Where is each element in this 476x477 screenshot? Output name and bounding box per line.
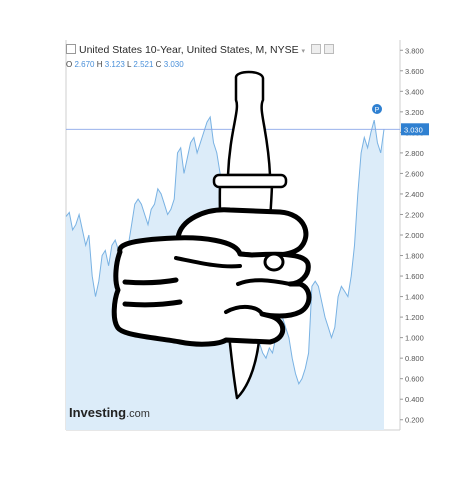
- close-value: 3.030: [163, 60, 184, 69]
- low-key: L: [127, 60, 132, 69]
- collapse-icon[interactable]: [66, 44, 76, 54]
- ohlc-readout: O 2.670 H 3.123 L 2.521 C 3.030: [66, 60, 184, 69]
- open-key: O: [66, 60, 73, 69]
- svg-text:P: P: [375, 107, 380, 114]
- axis-tick-label: 2.200: [405, 210, 424, 219]
- open-value: 2.670: [74, 60, 95, 69]
- brand-suffix: .com: [126, 408, 150, 420]
- p-badge-icon[interactable]: P: [372, 104, 382, 114]
- axis-tick-label: 2.800: [405, 149, 424, 158]
- close-icon[interactable]: [323, 44, 334, 54]
- chart-legend: United States 10-Year, United States, M,…: [66, 44, 334, 69]
- axis-tick-label: 0.600: [405, 375, 424, 384]
- brand-name: Investing: [69, 405, 127, 420]
- axis-tick-label: 1.400: [405, 293, 424, 302]
- dropdown-icon[interactable]: ▾: [301, 48, 305, 55]
- axis-tick-label: 0.400: [405, 395, 424, 404]
- chart-title: United States 10-Year, United States, M,…: [79, 44, 299, 56]
- low-value: 2.521: [133, 60, 154, 69]
- axis-tick-label: 3.400: [405, 87, 424, 96]
- investing-logo: Investing.com: [69, 405, 150, 420]
- axis-tick-label: 1.800: [405, 252, 424, 261]
- axis-tick-label: 0.200: [405, 416, 424, 425]
- axis-tick-label: 2.600: [405, 169, 424, 178]
- axis-tick-label: 3.600: [405, 67, 424, 76]
- axis-tick-label: 2.400: [405, 190, 424, 199]
- axis-tick-label: 3.200: [405, 108, 424, 117]
- axis-tick-label: 3.800: [405, 46, 424, 55]
- axis-tick-label: 0.800: [405, 354, 424, 363]
- axis-tick-label: 1.000: [405, 334, 424, 343]
- axis-tick-label: 1.600: [405, 272, 424, 281]
- axis-tick-label: 2.000: [405, 231, 424, 240]
- close-key: C: [155, 60, 162, 69]
- settings-icon[interactable]: [310, 44, 321, 54]
- high-key: H: [96, 60, 103, 69]
- high-value: 3.123: [104, 60, 125, 69]
- last-price-label: 3.030: [404, 125, 423, 134]
- axis-tick-label: 1.200: [405, 313, 424, 322]
